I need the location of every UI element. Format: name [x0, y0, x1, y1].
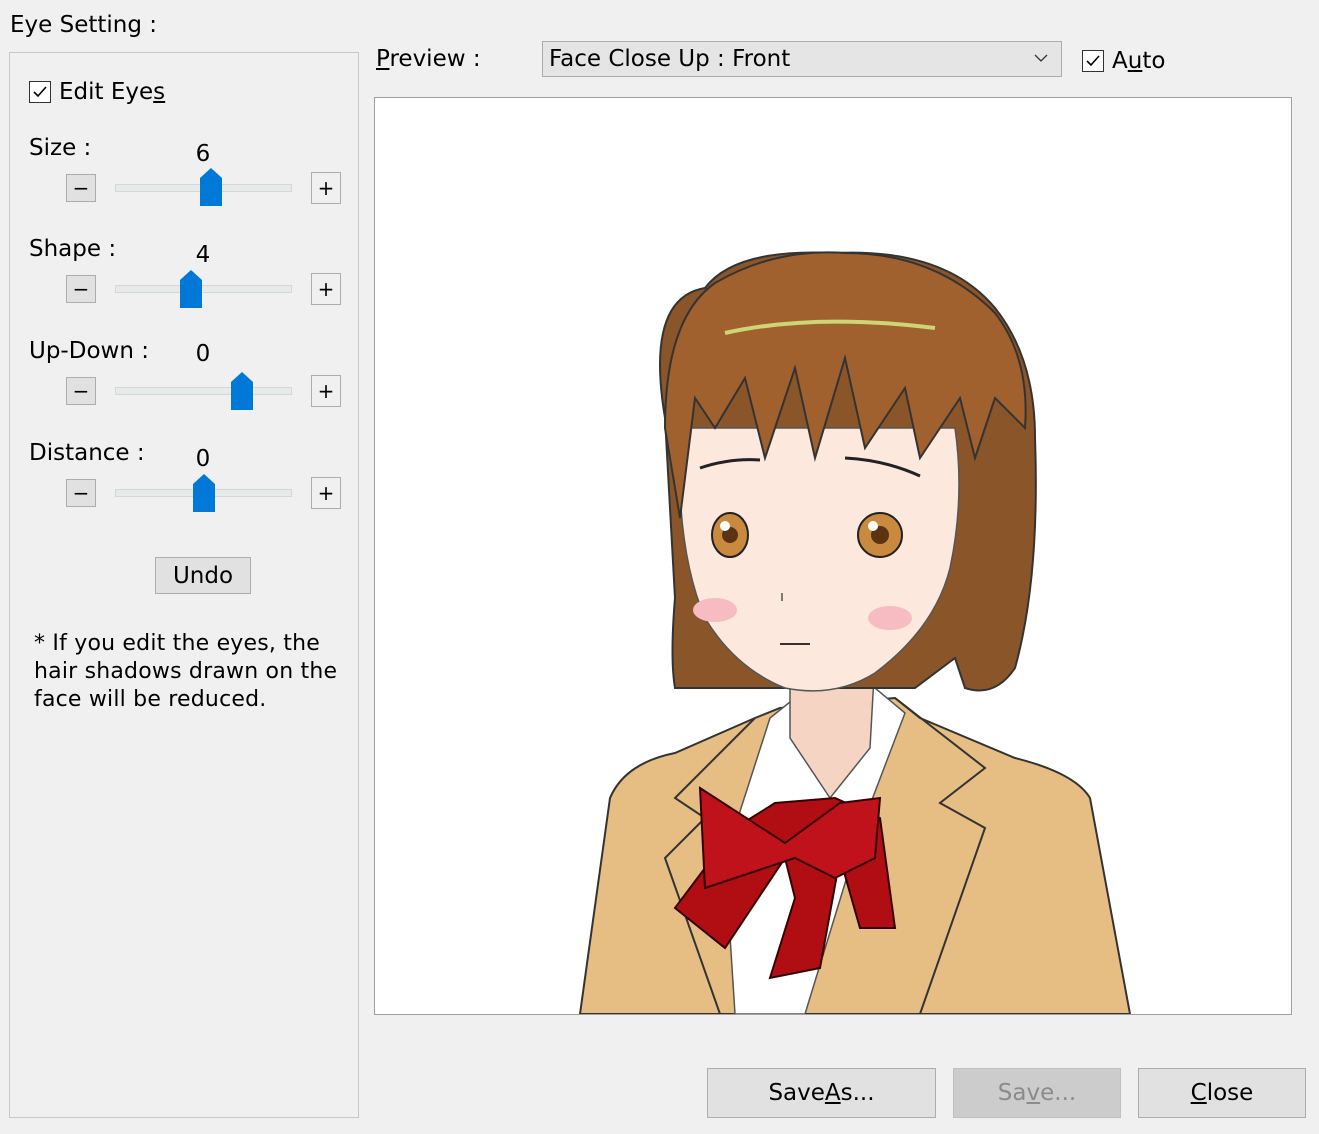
- shape-increase-button[interactable]: +: [311, 273, 341, 305]
- note-line: * If you edit the eyes, the: [34, 631, 321, 656]
- checkbox-box[interactable]: [29, 81, 51, 103]
- distance-value: 0: [195, 446, 211, 472]
- save-button[interactable]: Sa v e...: [953, 1068, 1121, 1118]
- edit-eyes-label: Edit Eyes: [59, 79, 166, 105]
- up-down-label: Up-Down :: [29, 338, 149, 364]
- preview-view-selected: Face Close Up : Front: [549, 46, 791, 72]
- undo-button[interactable]: Undo: [155, 557, 251, 594]
- note-line: hair shadows drawn on the: [34, 659, 338, 684]
- up-down-slider-thumb[interactable]: [231, 372, 253, 410]
- distance-increase-button[interactable]: +: [311, 477, 341, 509]
- distance-label: Distance :: [29, 440, 145, 466]
- close-button[interactable]: Close: [1138, 1068, 1306, 1118]
- shape-slider-thumb[interactable]: [180, 270, 202, 308]
- checkmark-icon: [1086, 55, 1100, 67]
- up-down-increase-button[interactable]: +: [311, 375, 341, 407]
- preview-label: Preview :: [376, 46, 481, 72]
- shape-value: 4: [195, 242, 211, 268]
- size-label: Size :: [29, 135, 92, 161]
- distance-decrease-button[interactable]: −: [66, 479, 96, 507]
- window-title: Eye Setting :: [10, 12, 158, 38]
- note-line: face will be reduced.: [34, 687, 267, 712]
- auto-checkbox[interactable]: Auto: [1082, 48, 1165, 74]
- edit-eyes-checkbox[interactable]: Edit Eyes: [29, 79, 165, 105]
- save-as-button[interactable]: Save As...: [707, 1068, 936, 1118]
- up-down-slider-track[interactable]: [115, 387, 292, 395]
- up-down-decrease-button[interactable]: −: [66, 377, 96, 405]
- up-down-value: 0: [195, 341, 211, 367]
- size-increase-button[interactable]: +: [311, 172, 341, 204]
- shape-decrease-button[interactable]: −: [66, 275, 96, 303]
- shape-label: Shape :: [29, 236, 117, 262]
- edit-eyes-note: * If you edit the eyes, the hair shadows…: [34, 630, 354, 714]
- auto-label: Auto: [1112, 48, 1166, 74]
- chevron-down-icon: [1034, 54, 1048, 62]
- checkbox-box[interactable]: [1082, 50, 1104, 72]
- preview-view-select[interactable]: Face Close Up : Front: [542, 41, 1062, 77]
- size-decrease-button[interactable]: −: [66, 174, 96, 202]
- character-illustration: [578, 251, 1132, 1014]
- checkmark-icon: [33, 86, 47, 98]
- size-slider-thumb[interactable]: [200, 168, 222, 206]
- character-preview: [374, 97, 1292, 1015]
- size-value: 6: [195, 141, 211, 167]
- distance-slider-thumb[interactable]: [193, 474, 215, 512]
- shape-slider-track[interactable]: [115, 285, 292, 293]
